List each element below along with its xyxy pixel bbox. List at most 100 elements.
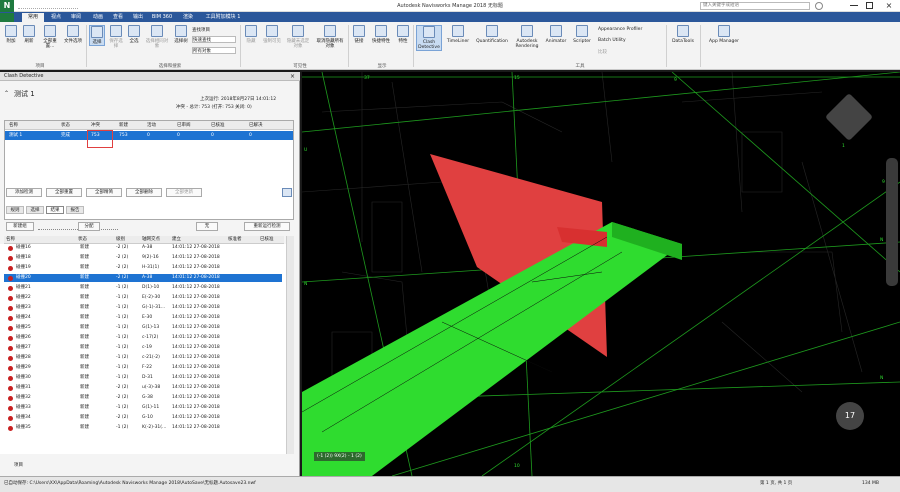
app-manager-icon [718,25,730,37]
tab-view[interactable]: 查看 [108,13,128,22]
export-icon[interactable] [282,188,292,197]
assign-button[interactable]: 分配 [78,222,100,231]
table-row[interactable]: 碰撞16 新建 -2 (2) A-38 14:01:12 27-08-2018 [4,244,282,252]
clash-detective-button[interactable]: Clash Detective [416,25,442,51]
reset-all-button[interactable]: 全部重置... [40,25,60,49]
grid-label: N [880,238,884,243]
cell: -1 (2) [116,375,129,380]
ribbon: 附加 刷新 全部重置... 文件选项 选择 保存选择 全选 选择相同对象 选择树… [0,22,900,70]
quick-properties-button[interactable]: 快捷特性 [369,25,393,44]
test-row[interactable]: 测试 1 完成 753 753 0 0 0 0 [5,131,293,140]
panel-close-icon[interactable]: × [290,73,297,80]
tab-home[interactable]: 常用 [22,13,44,22]
tab-animation[interactable]: 动画 [88,13,108,22]
table-row[interactable]: 碰撞34 新建 -2 (2) G-10 14:01:12 27-08-2018 [4,414,282,422]
cell: 14:01:12 27-08-2018 [172,245,220,250]
table-row[interactable]: 碰撞22 新建 -1 (2) E(-2)-30 14:01:12 27-08-2018 [4,294,282,302]
clash-detective-icon [423,26,435,38]
links-icon [353,25,365,37]
reset-all-tests-button[interactable]: 全部重置 [46,188,82,197]
group-tools: 工具 [575,64,585,69]
table-row[interactable]: 碰撞23 新建 -1 (2) G(-1)-31... 14:01:12 27-08-20… [4,304,282,312]
compare-button[interactable]: 比较 [598,49,664,55]
tab-output[interactable]: 输出 [128,13,148,22]
selection-tree-button[interactable]: 选择树 [173,25,189,44]
batch-utility-button[interactable]: Batch Utility [598,38,664,43]
table-row[interactable]: 碰撞25 新建 -1 (2) G(1)-13 14:01:12 27-08-2018 [4,324,282,332]
cell: 新建 [80,335,89,340]
results-scrollbar[interactable] [286,236,294,454]
table-row[interactable]: 碰撞35 新建 -1 (2) K(-2)-31(... 14:01:12 27-08-2… [4,424,282,432]
table-row[interactable]: 碰撞24 新建 -1 (2) E-30 14:01:12 27-08-2018 [4,314,282,322]
rendering-button[interactable]: Autodesk Rendering [513,25,541,49]
help-icon[interactable] [815,2,823,10]
compact-all-button[interactable]: 全部精简 [86,188,122,197]
scripter-button[interactable]: Scripter [571,25,593,44]
quick-access-toolbar[interactable] [18,3,78,9]
table-row[interactable]: 碰撞19 新建 -2 (2) H-31(1) 14:01:12 27-08-2018 [4,264,282,272]
hide-button[interactable]: 隐藏 [243,25,259,44]
cell: 碰撞16 [16,245,31,250]
dropdown-all-objects[interactable]: 所有对象 [192,47,236,54]
3d-viewport[interactable]: 37 U 15 9 N N 10 N 9 1 17 (-1 (2)) 9X(2)… [302,72,900,476]
collapse-icon[interactable]: ⌃ [4,90,9,97]
subtab-report[interactable]: 报告 [66,206,84,214]
filter-dropdown[interactable]: 无 [196,222,218,231]
timeliner-button[interactable]: TimeLiner [445,25,471,44]
save-selection-button[interactable]: 保存选择 [108,25,124,49]
tab-bim360[interactable]: BIM 360 [148,13,176,22]
unhide-all-button[interactable]: 取消隐藏所有对象 [315,25,345,49]
hide-unselected-button[interactable]: 隐藏未选定对象 [285,25,311,49]
table-row[interactable]: 碰撞18 新建 -2 (2) 9(2)-16 14:01:12 27-08-2018 [4,254,282,262]
items-footer[interactable]: 项目 [14,462,23,468]
tab-addins[interactable]: 工具附加模块 1 [200,13,246,22]
navigation-bar[interactable] [886,158,898,286]
refresh-button[interactable]: 刷新 [22,25,36,44]
table-row[interactable]: 碰撞27 新建 -1 (2) c-19 14:01:12 27-08-2018 [4,344,282,352]
tab-review[interactable]: 审阅 [66,13,86,22]
add-test-button[interactable]: 添加检测 [6,188,42,197]
table-row[interactable]: 碰撞32 新建 -2 (2) G-38 14:01:12 27-08-2018 [4,394,282,402]
rerun-test-button[interactable]: 重新运行检测 [244,222,290,231]
quantification-button[interactable]: Quantification [474,25,510,44]
table-row[interactable]: 碰撞33 新建 -1 (2) G(1)-11 14:01:12 27-08-2018 [4,404,282,412]
test-name: 测试 1 [14,90,35,98]
subtab-results[interactable]: 结果 [46,206,64,214]
links-button[interactable]: 链接 [352,25,366,44]
search-input[interactable]: 键入关键字或短语 [700,2,810,10]
table-row[interactable]: 碰撞30 新建 -1 (2) D-31 14:01:12 27-08-2018 [4,374,282,382]
find-items-button[interactable]: 查找项目 [192,27,236,33]
table-row[interactable]: 碰撞21 新建 -1 (2) D(1)-10 14:01:12 27-08-2018 [4,284,282,292]
table-row[interactable]: 碰撞26 新建 -1 (2) c-17(2) 14:01:12 27-08-2018 [4,334,282,342]
require-button[interactable]: 强制可见 [262,25,282,44]
table-row[interactable]: 碰撞31 新建 -2 (2) u(-3)-38 14:01:12 27-08-2018 [4,384,282,392]
close-button[interactable]: × [884,0,894,12]
animator-button[interactable]: Animator [544,25,568,44]
tab-render[interactable]: 渲染 [178,13,198,22]
subtab-select[interactable]: 选择 [26,206,44,214]
compass-icon[interactable]: 17 [836,402,864,430]
select-all-button[interactable]: 全选 [127,25,141,44]
table-row[interactable]: 碰撞20 新建 -2 (2) A-38 14:01:12 27-08-2018 [4,274,282,282]
table-row[interactable]: 碰撞28 新建 -1 (2) c-21(-2) 14:01:12 27-08-2018 [4,354,282,362]
select-button[interactable]: 选择 [89,25,105,46]
maximize-button[interactable] [866,2,873,9]
minimize-button[interactable] [850,5,858,6]
datatools-button[interactable]: DataTools [669,25,697,44]
append-button[interactable]: 附加 [4,25,18,44]
grid-label: 9 [674,78,677,83]
app-manager-button[interactable]: App Manager [703,25,745,44]
new-group-button[interactable]: 新建组 [6,222,34,231]
table-row[interactable]: 碰撞29 新建 -1 (2) F-22 14:01:12 27-08-2018 [4,364,282,372]
subtab-rules[interactable]: 规则 [6,206,24,214]
delete-all-button[interactable]: 全部删除 [126,188,162,197]
quick-find-input[interactable]: 快速查找 [192,36,236,43]
appearance-profiler-button[interactable]: Appearance Profiler [598,27,664,32]
tab-file[interactable] [0,13,14,22]
app-logo[interactable]: N [0,0,14,12]
tab-viewpoint[interactable]: 视点 [46,13,66,22]
properties-button[interactable]: 特性 [396,25,410,44]
select-same-button[interactable]: 选择相同对象 [144,25,170,49]
file-options-button[interactable]: 文件选项 [64,25,82,44]
update-all-button[interactable]: 全部更新 [166,188,202,197]
